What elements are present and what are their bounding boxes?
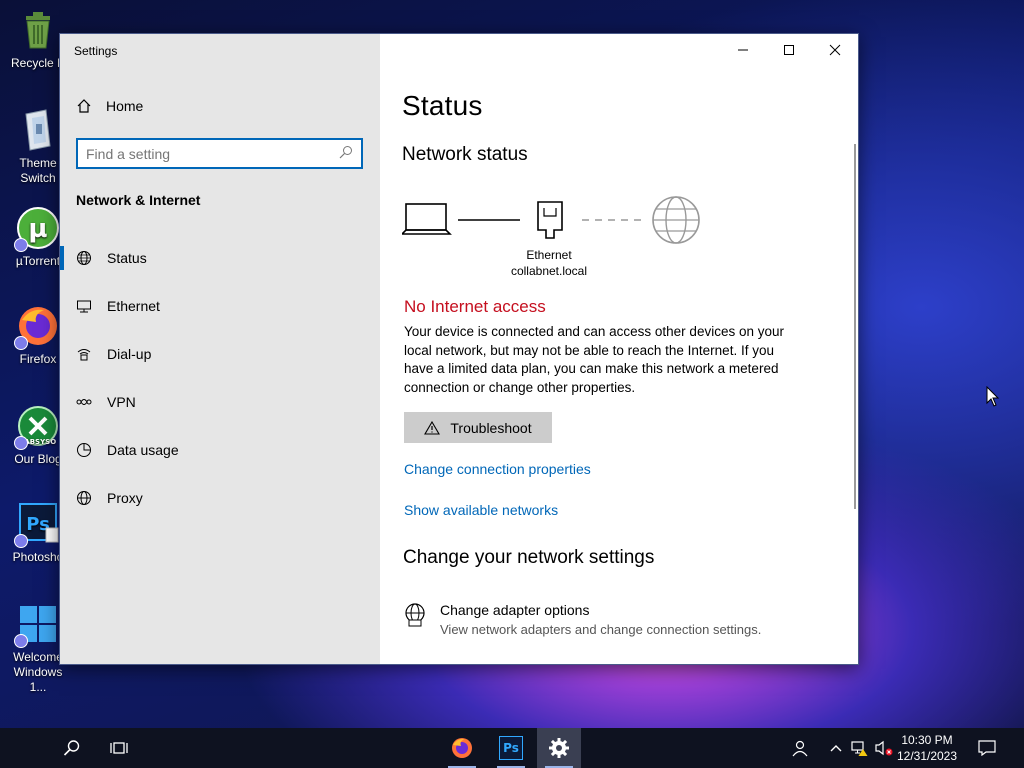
adapter-options-icon <box>404 602 428 637</box>
network-tray-button[interactable] <box>850 728 870 768</box>
network-name: collabnet.local <box>510 264 588 278</box>
recycle-bin-icon <box>16 8 60 52</box>
utorrent-icon: µ <box>14 206 60 252</box>
shortcut-arrow-icon <box>14 634 28 648</box>
people-icon <box>792 740 808 757</box>
show-hidden-icons-button[interactable] <box>826 728 846 768</box>
home-icon <box>76 98 92 114</box>
firefox-icon <box>452 738 472 758</box>
network-warning-icon <box>851 741 868 756</box>
troubleshoot-label: Troubleshoot <box>450 419 532 436</box>
clock-time: 10:30 PM <box>901 733 953 747</box>
mouse-cursor-icon <box>986 386 1000 407</box>
sidebar-item-status[interactable]: Status <box>60 234 380 282</box>
section-heading: Network & Internet <box>76 192 201 208</box>
clock-date: 12/31/2023 <box>896 749 958 763</box>
scrollbar[interactable] <box>854 144 856 509</box>
task-view-button[interactable] <box>97 728 141 768</box>
troubleshoot-button[interactable]: Troubleshoot <box>404 412 552 443</box>
internet-globe-icon <box>652 196 700 244</box>
search-field[interactable] <box>76 138 363 169</box>
volume-tray-button[interactable] <box>874 728 894 768</box>
sidebar-item-label: Status <box>107 250 147 266</box>
theme-switch-icon <box>16 108 60 152</box>
blog-icon: LABSYSO <box>14 404 60 450</box>
show-available-networks-link[interactable]: Show available networks <box>404 502 558 518</box>
main-content: Status Network status Ethernet collabnet… <box>380 34 858 664</box>
action-center-button[interactable] <box>975 728 999 768</box>
taskbar-settings-button[interactable] <box>537 728 581 768</box>
change-settings-heading: Change your network settings <box>403 547 655 568</box>
warning-icon <box>424 420 441 435</box>
proxy-icon <box>76 490 92 506</box>
sidebar-item-label: Dial-up <box>107 346 152 362</box>
photoshop-icon-text: Ps <box>503 741 519 755</box>
gear-icon <box>549 738 569 758</box>
search-icon <box>63 740 80 756</box>
computer-icon <box>402 203 452 235</box>
vpn-icon <box>76 394 92 410</box>
change-adapter-options-item[interactable]: Change adapter options View network adap… <box>404 602 761 637</box>
sidebar-nav: Status Ethernet Dial-up VPN Data usage P… <box>60 234 380 522</box>
search-input[interactable] <box>86 145 339 162</box>
taskbar-search-button[interactable] <box>50 728 94 768</box>
home-nav-item[interactable]: Home <box>76 98 143 114</box>
sidebar-item-ethernet[interactable]: Ethernet <box>60 282 380 330</box>
shortcut-arrow-icon <box>14 336 28 350</box>
settings-window: Settings Home Network & Internet Status <box>59 33 859 665</box>
volume-muted-icon <box>875 740 893 756</box>
windows-icon <box>14 602 60 648</box>
sidebar-item-data-usage[interactable]: Data usage <box>60 426 380 474</box>
chevron-up-icon <box>830 745 842 752</box>
sidebar-item-label: VPN <box>107 394 136 410</box>
taskbar-photoshop-button[interactable]: Ps <box>489 728 533 768</box>
sidebar-item-vpn[interactable]: VPN <box>60 378 380 426</box>
search-icon[interactable] <box>339 145 353 162</box>
svg-text:µ: µ <box>28 214 47 244</box>
sidebar-item-label: Ethernet <box>107 298 160 314</box>
data-usage-icon <box>76 442 92 458</box>
sidebar-item-label: Proxy <box>107 490 143 506</box>
connection-status-title: No Internet access <box>404 297 546 316</box>
adapter-options-title: Change adapter options <box>440 602 590 618</box>
people-button[interactable] <box>788 728 812 768</box>
home-label: Home <box>106 98 144 114</box>
shortcut-arrow-icon <box>14 238 28 252</box>
page-title: Status <box>402 90 483 121</box>
sidebar: Settings Home Network & Internet Status <box>60 34 380 664</box>
window-title: Settings <box>74 44 118 58</box>
clock[interactable]: 10:30 PM 12/31/2023 <box>892 732 962 764</box>
connection-status-description: Your device is connected and can access … <box>404 324 784 395</box>
taskbar-firefox-button[interactable] <box>440 728 484 768</box>
network-status-heading: Network status <box>402 144 528 165</box>
photoshop-icon: Ps <box>499 736 523 760</box>
task-view-icon <box>110 742 128 754</box>
adapter-name: Ethernet <box>526 248 572 262</box>
globe-icon <box>76 250 92 266</box>
firefox-icon <box>14 304 60 350</box>
sidebar-item-proxy[interactable]: Proxy <box>60 474 380 522</box>
adapter-label: Ethernet collabnet.local <box>494 247 604 279</box>
ethernet-icon <box>76 298 92 314</box>
sidebar-item-dialup[interactable]: Dial-up <box>60 330 380 378</box>
photoshop-icon: Ps <box>14 502 60 548</box>
taskbar: Ps 10:30 PM 12/31/2023 <box>0 728 1024 768</box>
shortcut-arrow-icon <box>14 534 28 548</box>
ethernet-adapter-icon <box>537 201 563 239</box>
shortcut-arrow-icon <box>14 436 28 450</box>
change-connection-properties-link[interactable]: Change connection properties <box>404 461 591 477</box>
notification-icon <box>978 740 996 756</box>
sidebar-item-label: Data usage <box>107 442 179 458</box>
adapter-options-description: View network adapters and change connect… <box>440 622 762 637</box>
dialup-icon <box>76 346 92 362</box>
